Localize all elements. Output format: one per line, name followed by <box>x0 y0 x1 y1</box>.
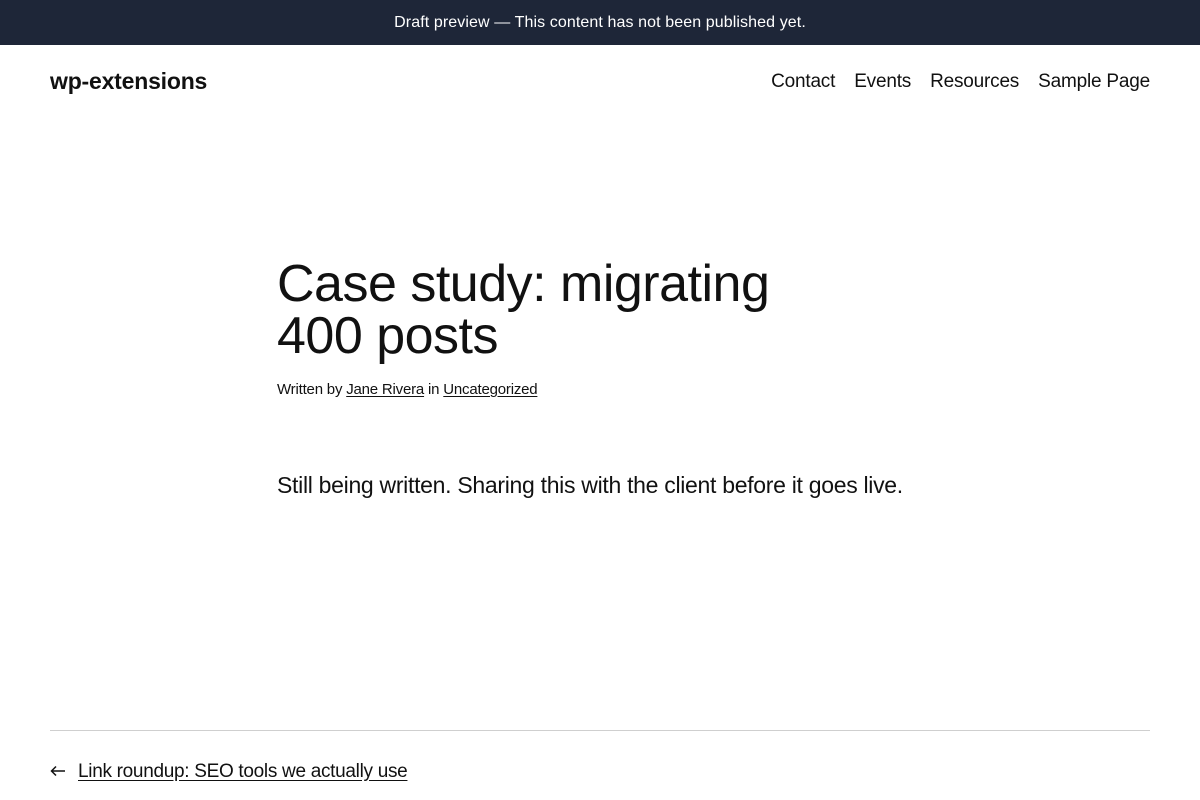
nav-item-contact[interactable]: Contact <box>771 71 835 93</box>
post-title: Case study: migrating 400 posts <box>277 255 770 365</box>
author-link[interactable]: Jane Rivera <box>346 381 424 398</box>
previous-post-link[interactable]: Link roundup: SEO tools we actually use <box>78 761 408 783</box>
arrow-left-icon <box>50 761 68 783</box>
category-link[interactable]: Uncategorized <box>443 381 537 398</box>
post-body: Still being written. Sharing this with t… <box>277 472 903 498</box>
nav-item-events[interactable]: Events <box>854 71 911 93</box>
primary-navigation: Contact Events Resources Sample Page <box>771 71 1150 93</box>
banner-strong-text: Draft preview <box>394 13 490 31</box>
nav-item-sample-page[interactable]: Sample Page <box>1038 71 1150 93</box>
post-navigation: Link roundup: SEO tools we actually use <box>50 761 408 783</box>
byline-mid: in <box>424 381 444 398</box>
post-navigation-divider <box>50 730 1150 731</box>
byline-prefix: Written by <box>277 381 347 398</box>
post-byline: Written by Jane Rivera in Uncategorized <box>277 381 538 398</box>
site-title-link[interactable]: wp-extensions <box>50 68 207 95</box>
banner-message: — This content has not been published ye… <box>489 13 806 31</box>
nav-item-resources[interactable]: Resources <box>930 71 1019 93</box>
draft-preview-banner: Draft preview — This content has not bee… <box>0 0 1200 45</box>
